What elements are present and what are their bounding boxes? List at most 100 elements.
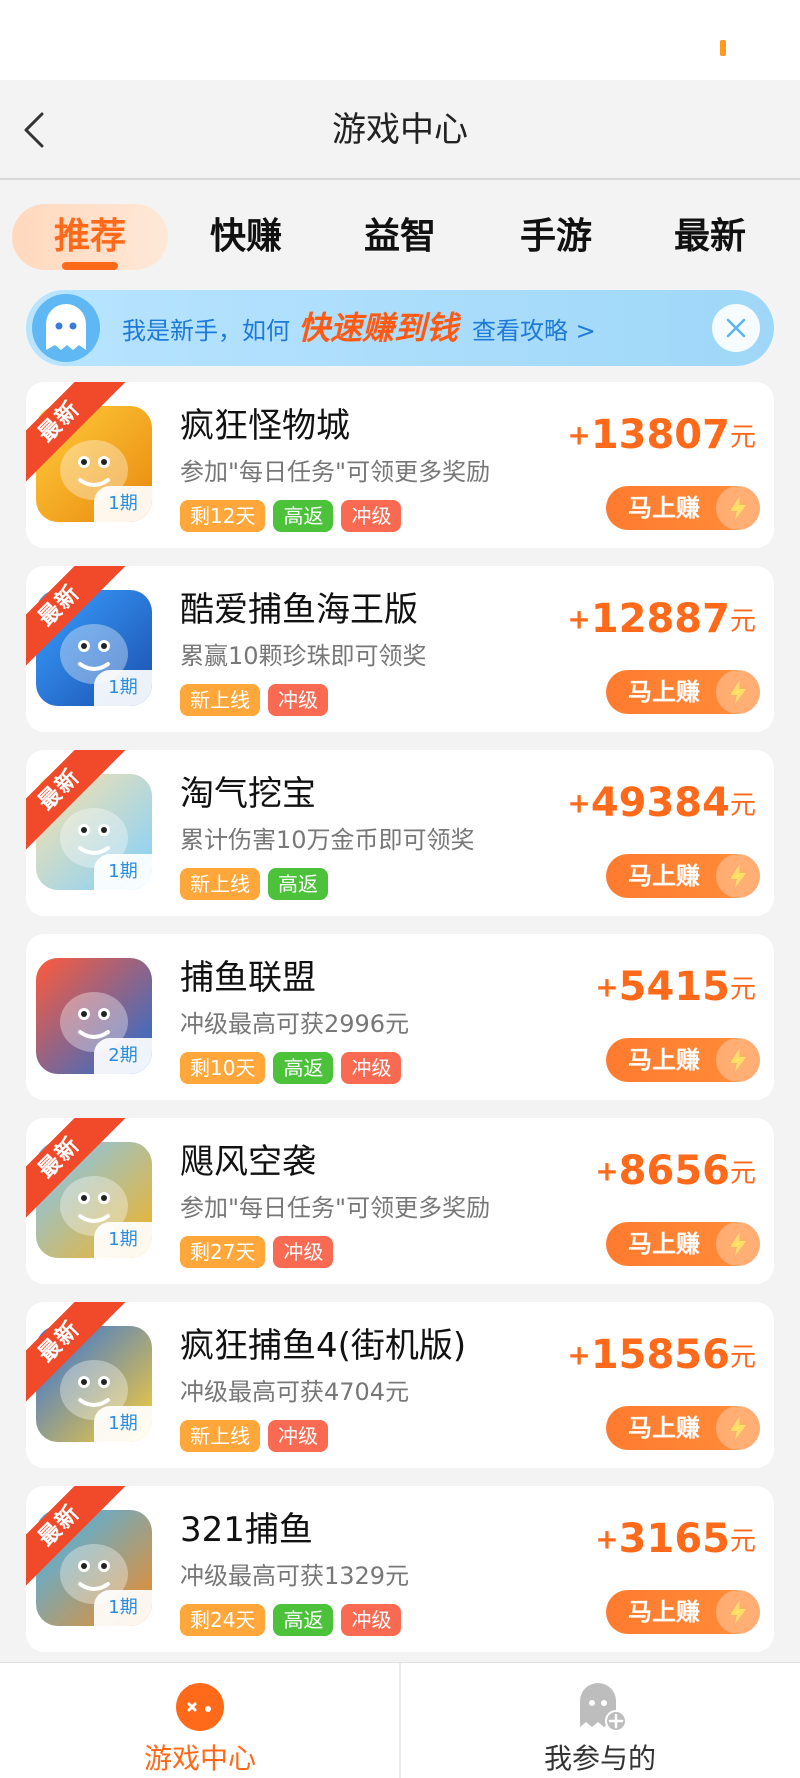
earn-button-label: 马上赚 bbox=[628, 1598, 700, 1626]
nav-game-center[interactable]: 游戏中心 bbox=[0, 1663, 400, 1778]
lightning-icon bbox=[716, 1038, 760, 1082]
nav-label-my-participation: 我参与的 bbox=[543, 1742, 656, 1775]
earn-now-button[interactable]: 马上赚 bbox=[606, 1038, 760, 1082]
tag-badge: 高返 bbox=[273, 1604, 334, 1636]
period-badge: 2期 bbox=[94, 1038, 152, 1074]
reward-amount: +15856元 bbox=[567, 1332, 756, 1388]
tab-puzzle[interactable]: 益智 bbox=[346, 204, 454, 270]
game-card[interactable]: 2期 捕鱼联盟 冲级最高可获2996元 剩10天 高返 冲级 +5415元 马上赚 bbox=[26, 934, 774, 1100]
reward-value: 13807 bbox=[590, 412, 730, 458]
banner-text: 我是新手，如何 快速赚到钱 查看攻略 > bbox=[122, 290, 596, 366]
bottom-navigation: 游戏中心 我参与的 bbox=[0, 1662, 800, 1778]
tab-newest[interactable]: 最新 bbox=[656, 204, 764, 270]
game-card[interactable]: 1期 酷爱捕鱼海王版 累赢10颗珍珠即可领奖 新上线 冲级 +12887元 马上赚… bbox=[26, 566, 774, 732]
back-arrow-icon[interactable] bbox=[14, 108, 58, 152]
tag-list: 剩12天 高返 冲级 bbox=[180, 500, 402, 532]
plus-sign: + bbox=[595, 970, 619, 1004]
game-title: 疯狂怪物城 bbox=[180, 406, 350, 446]
lightning-icon bbox=[716, 486, 760, 530]
earn-button-label: 马上赚 bbox=[628, 678, 700, 706]
reward-value: 5415 bbox=[618, 964, 730, 1010]
new-ribbon-label: 最新 bbox=[26, 1302, 126, 1402]
tag-badge: 冲级 bbox=[273, 1236, 334, 1268]
tab-quick-earn[interactable]: 快赚 bbox=[192, 204, 300, 270]
earn-button-label: 马上赚 bbox=[628, 494, 700, 522]
game-card[interactable]: 1期 疯狂怪物城 参加"每日任务"可领更多奖励 剩12天 高返 冲级 +13807元… bbox=[26, 382, 774, 548]
new-ribbon: 最新 bbox=[26, 566, 126, 666]
game-controller-icon bbox=[176, 1683, 224, 1731]
earn-now-button[interactable]: 马上赚 bbox=[606, 854, 760, 898]
reward-unit: 元 bbox=[729, 1526, 756, 1557]
nav-my-participation[interactable]: 我参与的 bbox=[400, 1663, 800, 1778]
tab-mobile-games[interactable]: 手游 bbox=[502, 204, 610, 270]
status-bar bbox=[0, 0, 800, 80]
game-card[interactable]: 1期 飓风空袭 参加"每日任务"可领更多奖励 剩27天 冲级 +8656元 马上赚… bbox=[26, 1118, 774, 1284]
tag-list: 剩27天 冲级 bbox=[180, 1236, 334, 1268]
game-card[interactable]: 1期 淘气挖宝 累计伤害10万金币即可领奖 新上线 高返 +49384元 马上赚 … bbox=[26, 750, 774, 916]
period-badge: 1期 bbox=[94, 670, 152, 706]
new-ribbon: 最新 bbox=[26, 382, 126, 482]
reward-amount: +8656元 bbox=[595, 1148, 756, 1204]
game-card[interactable]: 1期 321捕鱼 冲级最高可获1329元 剩24天 高返 冲级 +3165元 马上赚… bbox=[26, 1486, 774, 1652]
game-title: 疯狂捕鱼4(街机版) bbox=[180, 1326, 467, 1366]
game-description: 冲级最高可获2996元 bbox=[180, 1010, 410, 1038]
earn-button-label: 马上赚 bbox=[628, 1230, 700, 1258]
tag-list: 新上线 冲级 bbox=[180, 1420, 328, 1452]
tag-badge: 冲级 bbox=[268, 1420, 328, 1452]
reward-unit: 元 bbox=[729, 606, 756, 637]
banner-guide-link[interactable]: 查看攻略 > bbox=[472, 317, 596, 345]
lightning-icon bbox=[716, 1222, 760, 1266]
game-description: 冲级最高可获4704元 bbox=[180, 1378, 410, 1406]
reward-value: 15856 bbox=[590, 1332, 730, 1378]
tab-recommend[interactable]: 推荐 bbox=[12, 204, 168, 270]
reward-amount: +12887元 bbox=[567, 596, 756, 652]
newbie-guide-banner[interactable]: 我是新手，如何 快速赚到钱 查看攻略 > bbox=[26, 290, 774, 366]
earn-now-button[interactable]: 马上赚 bbox=[606, 486, 760, 530]
tag-badge: 冲级 bbox=[268, 684, 328, 716]
reward-value: 49384 bbox=[590, 780, 730, 826]
earn-now-button[interactable]: 马上赚 bbox=[606, 670, 760, 714]
earn-now-button[interactable]: 马上赚 bbox=[606, 1590, 760, 1634]
game-title: 飓风空袭 bbox=[180, 1142, 316, 1182]
reward-value: 8656 bbox=[618, 1148, 730, 1194]
game-card[interactable]: 1期 疯狂捕鱼4(街机版) 冲级最高可获4704元 新上线 冲级 +15856元 … bbox=[26, 1302, 774, 1468]
earn-now-button[interactable]: 马上赚 bbox=[606, 1406, 760, 1450]
new-ribbon-label: 最新 bbox=[26, 1486, 126, 1586]
tag-badge: 冲级 bbox=[341, 1052, 402, 1084]
plus-sign: + bbox=[567, 786, 591, 820]
reward-value: 3165 bbox=[618, 1516, 730, 1562]
tag-badge: 冲级 bbox=[341, 500, 402, 532]
tag-badge: 剩24天 bbox=[180, 1604, 266, 1636]
period-badge: 1期 bbox=[94, 854, 152, 890]
period-badge: 1期 bbox=[94, 1222, 152, 1258]
reward-value: 12887 bbox=[590, 596, 730, 642]
tag-badge: 剩27天 bbox=[180, 1236, 266, 1268]
reward-unit: 元 bbox=[729, 974, 756, 1005]
earn-now-button[interactable]: 马上赚 bbox=[606, 1222, 760, 1266]
tag-badge: 剩12天 bbox=[180, 500, 266, 532]
period-badge: 1期 bbox=[94, 1590, 152, 1626]
tag-badge: 冲级 bbox=[341, 1604, 402, 1636]
game-title: 321捕鱼 bbox=[180, 1510, 313, 1550]
close-icon[interactable] bbox=[712, 304, 760, 352]
new-ribbon-label: 最新 bbox=[26, 566, 126, 666]
tag-badge: 新上线 bbox=[180, 684, 260, 716]
ghost-mascot-icon bbox=[32, 294, 100, 362]
banner-question: 我是新手，如何 bbox=[122, 317, 290, 345]
reward-amount: +49384元 bbox=[567, 780, 756, 836]
game-title: 酷爱捕鱼海王版 bbox=[180, 590, 418, 630]
game-description: 累计伤害10万金币即可领奖 bbox=[180, 826, 475, 854]
game-description: 冲级最高可获1329元 bbox=[180, 1562, 410, 1590]
tag-list: 剩10天 高返 冲级 bbox=[180, 1052, 402, 1084]
ghost-plus-icon bbox=[580, 1683, 627, 1732]
game-thumbnail[interactable]: 2期 bbox=[36, 958, 152, 1074]
reward-unit: 元 bbox=[729, 422, 756, 453]
game-description: 参加"每日任务"可领更多奖励 bbox=[180, 458, 491, 486]
earn-button-label: 马上赚 bbox=[628, 1414, 700, 1442]
page-title: 游戏中心 bbox=[332, 110, 468, 150]
header: 游戏中心 bbox=[0, 80, 800, 180]
tag-list: 新上线 高返 bbox=[180, 868, 328, 900]
lightning-icon bbox=[716, 670, 760, 714]
lightning-icon bbox=[716, 1406, 760, 1450]
battery-icon bbox=[720, 40, 726, 56]
